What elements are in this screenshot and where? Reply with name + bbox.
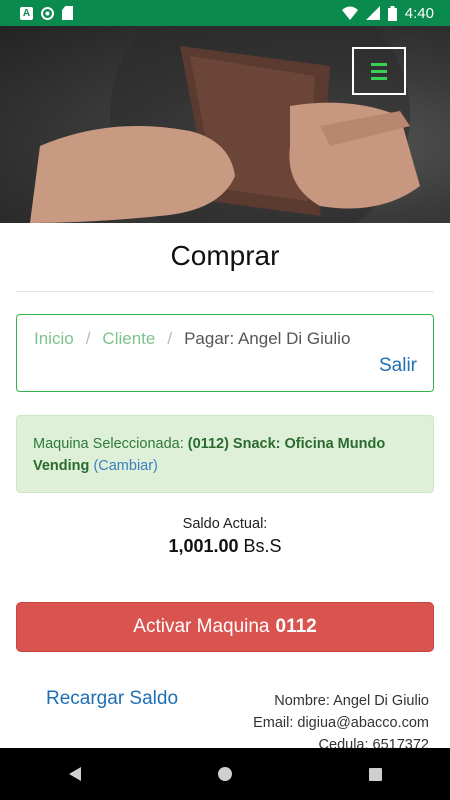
activate-code: 0112	[275, 616, 317, 637]
back-icon[interactable]	[68, 767, 81, 781]
status-bar: A 4:40	[0, 0, 450, 26]
signal-icon	[365, 6, 380, 20]
user-email: Email: digiua@abacco.com	[253, 715, 429, 731]
recharge-balance-link[interactable]: Recargar Saldo	[46, 688, 178, 710]
breadcrumb-cliente[interactable]: Cliente	[102, 329, 155, 348]
recent-apps-icon[interactable]	[368, 767, 382, 781]
page-title: Comprar	[170, 240, 280, 271]
a-notification-icon: A	[20, 6, 33, 20]
menu-button[interactable]	[352, 47, 406, 95]
user-name: Nombre: Angel Di Giulio	[274, 693, 429, 709]
sd-card-icon	[62, 6, 73, 20]
user-info: Nombre: Angel Di Giulio Email: digiua@ab…	[253, 690, 429, 756]
logout-link[interactable]: Salir	[379, 355, 417, 377]
activate-label: Activar Maquina	[133, 616, 270, 637]
android-nav-bar	[0, 748, 450, 800]
divider	[16, 291, 434, 292]
battery-icon	[387, 5, 397, 21]
header-banner-image	[0, 26, 450, 223]
balance-value: 1,001.00 Bs.S	[0, 536, 450, 557]
balance-amount: 1,001.00	[168, 536, 239, 556]
breadcrumb-separator: /	[85, 329, 91, 348]
home-icon[interactable]	[217, 767, 232, 781]
change-machine-link[interactable]: (Cambiar)	[93, 458, 157, 474]
breadcrumb: Inicio / Cliente / Pagar: Angel Di Giulio Sa…	[16, 314, 434, 392]
selected-machine-alert: Maquina Seleccionada: (0112) Snack: Ofic…	[16, 415, 434, 493]
hamburger-icon	[371, 61, 387, 82]
machine-label: Maquina Seleccionada:	[33, 436, 184, 452]
breadcrumb-separator: /	[167, 329, 173, 348]
wifi-icon	[341, 6, 358, 20]
balance-label: Saldo Actual:	[182, 516, 268, 532]
activate-machine-button[interactable]: Activar Maquina 0112	[16, 602, 434, 652]
sync-notification-icon	[41, 6, 54, 20]
clock: 4:40	[404, 4, 434, 22]
balance-currency: Bs.S	[243, 536, 282, 556]
breadcrumb-current: Pagar: Angel Di Giulio	[184, 329, 351, 348]
breadcrumb-inicio[interactable]: Inicio	[34, 329, 74, 348]
